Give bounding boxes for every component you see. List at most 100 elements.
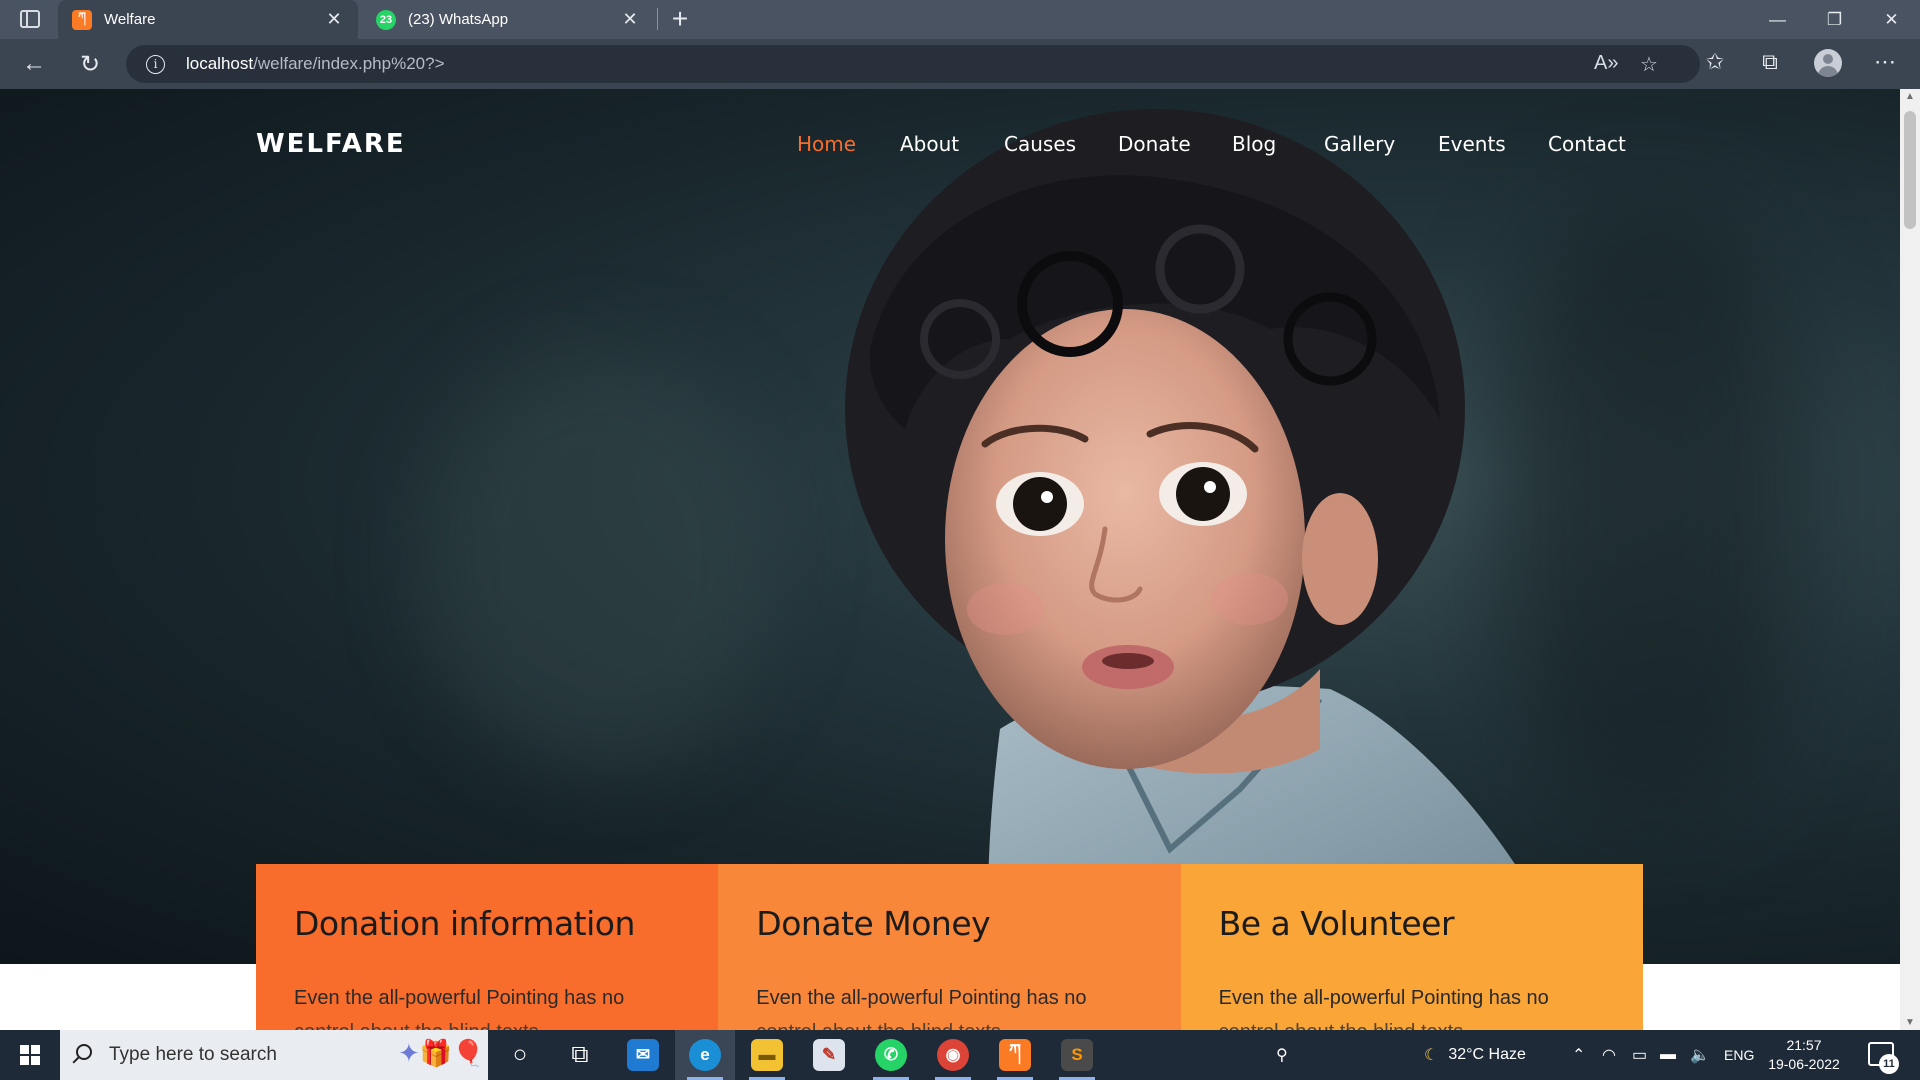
nav-causes[interactable]: Causes [1004,132,1076,156]
tab-title: (23) WhatsApp [408,11,509,28]
hero-child-photo [845,109,1570,964]
paint-app[interactable]: ✎ [799,1030,859,1080]
new-tab-button[interactable]: + [666,3,694,35]
tab-whatsapp[interactable]: 23 (23) WhatsApp ✕ [362,0,654,39]
hero-section: WELFARE Home About Causes Donate Blog Ga… [0,89,1900,964]
tab-divider [657,8,658,30]
volume-icon[interactable]: 🔈 [1690,1030,1710,1080]
sublime-app[interactable]: S [1047,1030,1107,1080]
sublime-icon: S [1061,1039,1093,1071]
language-indicator[interactable]: ENG [1724,1030,1754,1080]
paint-icon: ✎ [813,1039,845,1071]
file-explorer-app[interactable]: ▬ [737,1030,797,1080]
profile-avatar[interactable] [1814,49,1842,77]
xampp-icon: ཀ [72,9,92,30]
weather-text: 32°C Haze [1448,1046,1526,1063]
card-text-line: Even the all-powerful Pointing has no [1218,987,1549,1009]
url-host: localhost [186,54,254,73]
windows-logo-icon [20,1045,40,1065]
start-button[interactable] [0,1030,60,1080]
scroll-up-icon[interactable]: ▲ [1900,91,1920,102]
address-bar[interactable]: i localhost/welfare/index.php%20?> A» ☆ [126,45,1700,83]
whatsapp-icon: ✆ [875,1039,907,1071]
nav-contact[interactable]: Contact [1548,132,1626,156]
tab-actions-icon[interactable] [20,10,40,28]
card-text-line: Even the all-powerful Pointing has no [294,987,625,1009]
card-text: Even the all-powerful Pointing has no con… [1219,981,1605,1030]
search-icon [76,1044,92,1060]
card-text-cut: control about the blind texts [1219,1021,1464,1030]
page-scrollbar[interactable]: ▲ ▼ [1900,89,1920,1030]
card-text: Even the all-powerful Pointing has no con… [294,981,680,1030]
card-title: Donation information [294,904,635,943]
refresh-button[interactable]: ↻ [72,47,108,81]
nav-about[interactable]: About [900,132,959,156]
clock-date: 19-06-2022 [1768,1056,1840,1072]
moon-icon: ☾ [1424,1047,1439,1064]
read-aloud-icon[interactable]: A» [1594,52,1618,75]
site-info-icon[interactable]: i [146,55,165,74]
card-title: Donate Money [756,904,991,943]
weather-widget[interactable]: ☾ 32°C Haze [1424,1030,1526,1080]
wifi-icon[interactable]: ◠ [1602,1030,1616,1080]
nav-events[interactable]: Events [1438,132,1506,156]
edge-app[interactable]: e [675,1030,735,1080]
card-title: Be a Volunteer [1218,904,1455,943]
card-text-line: Even the all-powerful Pointing has no [756,987,1087,1009]
collections-icon[interactable]: ⧉ [1755,49,1785,75]
minimize-button[interactable]: — [1749,0,1806,39]
card-donation-information[interactable]: Donation information Even the all-powerf… [256,864,719,1030]
card-text: Even the all-powerful Pointing has no con… [756,981,1142,1030]
url-text[interactable]: localhost/welfare/index.php%20?> [186,54,445,74]
close-tab-icon[interactable]: ✕ [324,9,344,30]
add-favorite-icon[interactable]: ☆ [1640,52,1658,77]
mail-app[interactable]: ✉ [613,1030,673,1080]
edge-icon: e [689,1039,721,1071]
taskbar-clock[interactable]: 21:57 19-06-2022 [1762,1036,1846,1074]
browser-tab-strip: ཀ Welfare ✕ 23 (23) WhatsApp ✕ + — ❐ ✕ [0,0,1920,39]
windows-taskbar: Type here to search ✦🎁🎈 ○ ⧉ ✉ e ▬ ✎ ✆ ◉ … [0,1030,1920,1080]
whatsapp-app[interactable]: ✆ [861,1030,921,1080]
search-highlight-icon: ✦🎁🎈 [398,1038,485,1068]
restore-button[interactable]: ❐ [1806,0,1863,39]
page-viewport: WELFARE Home About Causes Donate Blog Ga… [0,89,1900,1030]
scrollbar-thumb[interactable] [1904,111,1916,229]
taskbar-search[interactable]: Type here to search ✦🎁🎈 [60,1030,488,1080]
show-hidden-icons[interactable]: ⌃ [1572,1030,1585,1080]
card-text-cut: control about the blind texts [756,1021,1001,1030]
tab-title: Welfare [104,11,156,28]
clock-time: 21:57 [1786,1037,1822,1053]
favorites-icon[interactable]: ✩ [1700,49,1730,75]
close-window-button[interactable]: ✕ [1863,0,1920,39]
battery-icon[interactable]: ▬ [1660,1030,1676,1080]
xampp-app[interactable]: ཀ [985,1030,1045,1080]
nav-blog[interactable]: Blog [1232,132,1276,156]
close-tab-icon[interactable]: ✕ [620,9,640,30]
back-button[interactable]: ← [16,47,52,81]
people-icon[interactable]: ⚲ [1276,1030,1288,1080]
xampp-icon: ཀ [999,1039,1031,1071]
mail-icon: ✉ [627,1039,659,1071]
search-placeholder: Type here to search [109,1044,277,1065]
more-menu-icon[interactable]: ⋯ [1870,49,1900,75]
nav-gallery[interactable]: Gallery [1324,132,1395,156]
scroll-down-icon[interactable]: ▼ [1900,1017,1920,1028]
card-be-a-volunteer[interactable]: Be a Volunteer Even the all-powerful Poi… [1180,864,1643,1030]
whatsapp-icon: 23 [376,9,396,30]
meet-now-icon[interactable]: ▭ [1632,1030,1647,1080]
card-donate-money[interactable]: Donate Money Even the all-powerful Point… [718,864,1181,1030]
feature-cards: Donation information Even the all-powerf… [256,864,1643,1030]
notification-count-badge: 11 [1879,1054,1899,1074]
cortana-icon[interactable]: ○ [490,1030,550,1080]
nav-donate[interactable]: Donate [1118,132,1191,156]
window-controls: — ❐ ✕ [1749,0,1920,39]
chrome-app[interactable]: ◉ [923,1030,983,1080]
main-navigation: Home About Causes Donate Blog Gallery Ev… [0,132,1900,162]
url-path: /welfare/index.php%20?> [253,54,445,73]
nav-home[interactable]: Home [797,132,856,156]
card-text-cut: control about the blind texts [294,1021,539,1030]
address-bar-row: ← ↻ i localhost/welfare/index.php%20?> A… [0,39,1920,89]
task-view-icon[interactable]: ⧉ [550,1030,610,1080]
tab-welfare[interactable]: ཀ Welfare ✕ [58,0,358,39]
folder-icon: ▬ [751,1039,783,1071]
